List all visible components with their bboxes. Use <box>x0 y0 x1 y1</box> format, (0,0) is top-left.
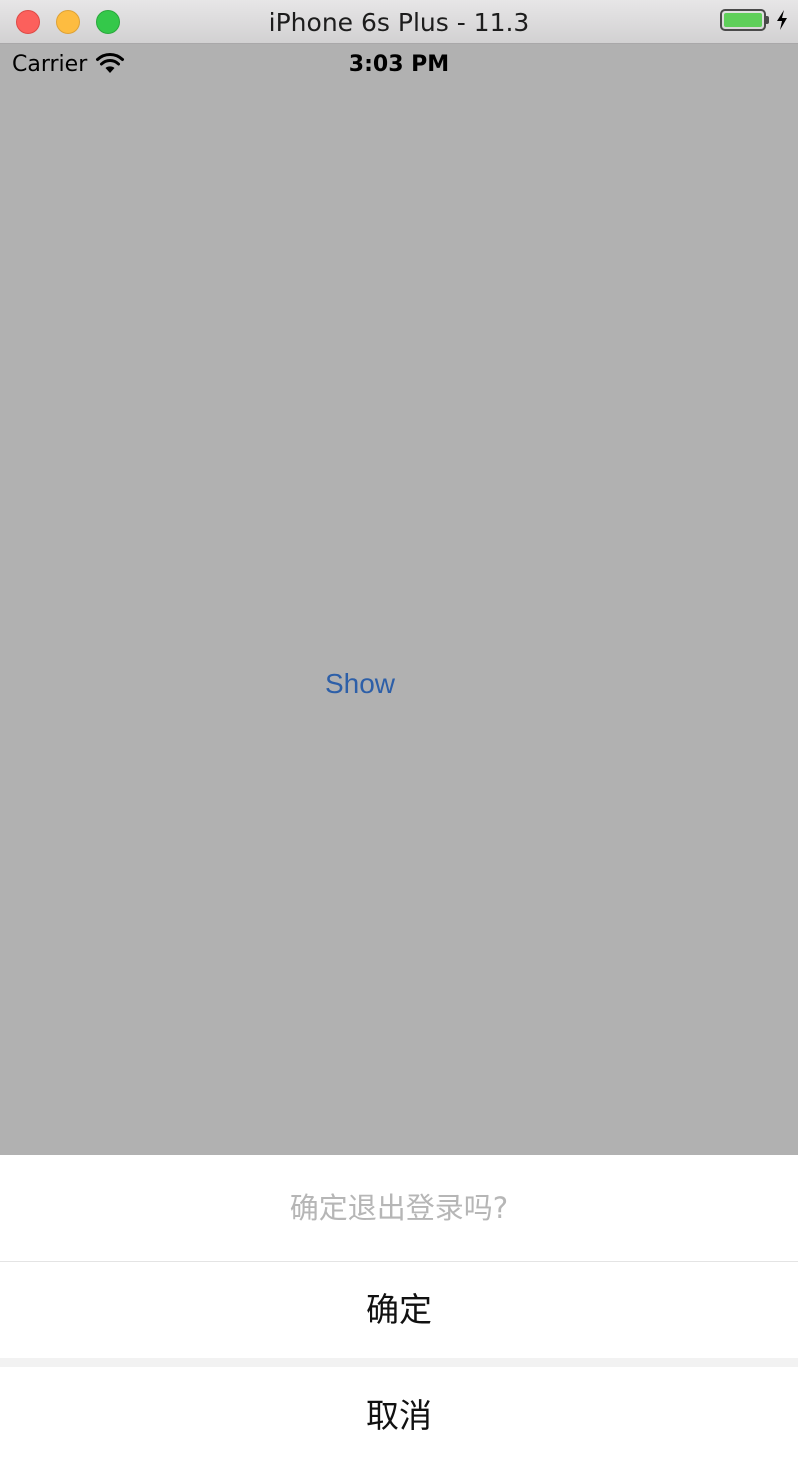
action-sheet-title: 确定退出登录吗? <box>0 1155 798 1262</box>
battery-icon <box>720 9 766 31</box>
show-button[interactable]: Show <box>0 668 720 700</box>
window-title: iPhone 6s Plus - 11.3 <box>268 8 530 37</box>
action-sheet: 确定退出登录吗? 确定 取消 <box>0 1155 798 1464</box>
status-bar: Carrier 3:03 PM <box>0 44 798 84</box>
window-title-bar: iPhone 6s Plus - 11.3 <box>0 0 798 44</box>
status-time: 3:03 PM <box>348 52 450 77</box>
battery-level-fill <box>724 13 762 27</box>
confirm-button[interactable]: 确定 <box>0 1262 798 1358</box>
cancel-button[interactable]: 取消 <box>0 1367 798 1464</box>
charging-bolt-icon <box>777 10 787 30</box>
battery-tip <box>766 16 769 24</box>
